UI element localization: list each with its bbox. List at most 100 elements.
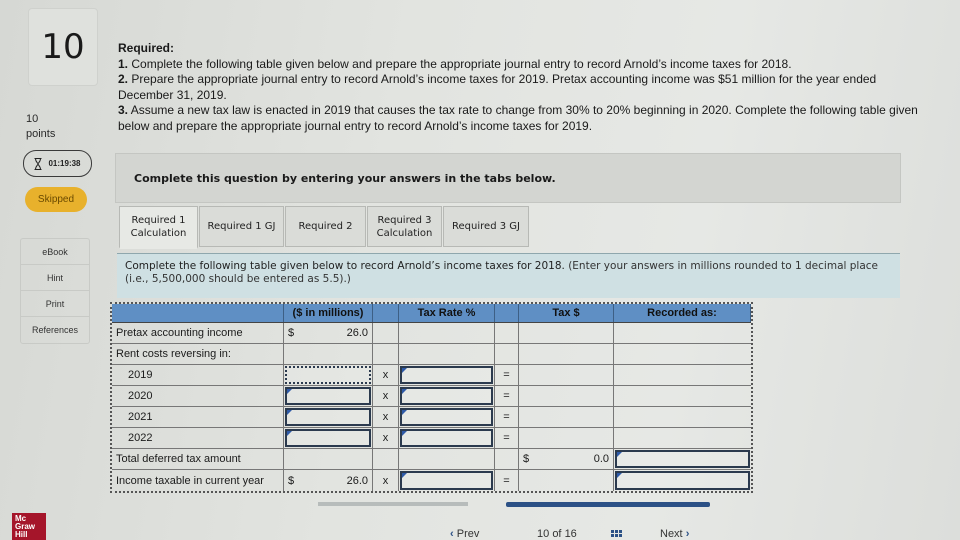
- amount-cell: [284, 407, 373, 427]
- rate-cell: [399, 407, 495, 427]
- tax-cell: [519, 470, 614, 491]
- amount-cell: [284, 344, 373, 364]
- current-page: 10: [537, 528, 550, 540]
- amount-cell: [284, 428, 373, 448]
- row-label: Rent costs reversing in:: [112, 344, 284, 364]
- next-tab-bar[interactable]: [506, 502, 710, 507]
- op-cell: [373, 449, 399, 469]
- grid-icon[interactable]: [611, 530, 623, 540]
- required-heading: Required:: [118, 41, 175, 55]
- of-label: of: [552, 528, 562, 540]
- prev-button[interactable]: ‹ Prev: [450, 528, 479, 540]
- ebook-link[interactable]: eBook: [21, 239, 89, 265]
- rate-input-2021[interactable]: [400, 408, 493, 426]
- item-number: 1.: [118, 56, 129, 71]
- amount-value: 26.0: [346, 474, 368, 487]
- op-cell: [495, 344, 519, 364]
- multiply-sign: x: [373, 428, 399, 448]
- logo-line: Hill: [15, 530, 28, 539]
- tab-required-2[interactable]: Required 2: [285, 206, 366, 247]
- total-pages: 16: [564, 528, 577, 540]
- row-label: Pretax accounting income: [112, 323, 284, 343]
- recorded-cell: [614, 365, 751, 385]
- amount-input-2019[interactable]: [285, 366, 371, 384]
- amount-cell: $ 26.0: [284, 323, 373, 343]
- tab-label: Calculation: [376, 227, 433, 239]
- recorded-input-deferred[interactable]: [615, 450, 750, 468]
- header-op: [495, 304, 519, 322]
- tax-cell: [519, 365, 614, 385]
- row-label: 2020: [112, 386, 284, 406]
- rate-cell: [399, 365, 495, 385]
- tax-cell: [519, 344, 614, 364]
- currency-symbol: $: [523, 453, 530, 465]
- tab-required-1-gj[interactable]: Required 1 GJ: [199, 206, 284, 247]
- amount-input-2022[interactable]: [285, 429, 371, 447]
- tax-cell: [519, 407, 614, 427]
- chevron-left-icon: ‹: [450, 528, 454, 540]
- next-button[interactable]: Next ›: [660, 528, 689, 540]
- page-indicator: 10 of 16: [537, 528, 577, 540]
- tab-required-3-calculation[interactable]: Required 3 Calculation: [367, 206, 442, 247]
- rate-cell: [399, 323, 495, 343]
- table-instructions: Complete the following table given below…: [117, 253, 900, 298]
- amount-cell: [284, 449, 373, 469]
- equals-sign: =: [495, 407, 519, 427]
- equals-sign: =: [495, 428, 519, 448]
- amount-input-2021[interactable]: [285, 408, 371, 426]
- rate-input-2022[interactable]: [400, 429, 493, 447]
- tab-required-1-calculation[interactable]: Required 1 Calculation: [119, 206, 198, 249]
- rate-input-2020[interactable]: [400, 387, 493, 405]
- recorded-cell: [614, 386, 751, 406]
- required-section: Required: 1. Complete the following tabl…: [118, 41, 933, 134]
- header-label: [112, 304, 284, 322]
- recorded-cell: [614, 407, 751, 427]
- item-text: Prepare the appropriate journal entry to…: [118, 72, 877, 102]
- tab-label: Calculation: [130, 228, 187, 239]
- rate-cell: [399, 386, 495, 406]
- op-cell: [495, 449, 519, 469]
- recorded-cell: [614, 428, 751, 448]
- recorded-input-taxable[interactable]: [615, 471, 750, 490]
- amount-input-2020[interactable]: [285, 387, 371, 405]
- row-label: 2021: [112, 407, 284, 427]
- hourglass-icon: [34, 157, 42, 170]
- required-item: 1. Complete the following table given be…: [118, 57, 933, 73]
- table-row-2020: 2020 x =: [112, 386, 751, 407]
- header-tax: Tax $: [519, 304, 614, 322]
- amount-cell: [284, 386, 373, 406]
- header-op: [373, 304, 399, 322]
- previous-tab-bar[interactable]: [318, 502, 468, 506]
- rate-cell: [399, 470, 495, 491]
- tab-label: Required 3: [377, 214, 432, 226]
- multiply-sign: x: [373, 470, 399, 491]
- amount-cell: [284, 365, 373, 385]
- currency-symbol: $: [288, 474, 295, 487]
- table-row-total-deferred: Total deferred tax amount $ 0.0: [112, 449, 751, 470]
- rate-cell: [399, 449, 495, 469]
- required-item: 3. Assume a new tax law is enacted in 20…: [118, 103, 933, 134]
- multiply-sign: x: [373, 386, 399, 406]
- required-item: 2. Prepare the appropriate journal entry…: [118, 72, 933, 103]
- rate-input-taxable[interactable]: [400, 471, 493, 490]
- rate-input-2019[interactable]: [400, 366, 493, 384]
- header-rate: Tax Rate %: [399, 304, 495, 322]
- equals-sign: =: [495, 386, 519, 406]
- recorded-cell: [614, 470, 751, 491]
- table-row-2019: 2019 x =: [112, 365, 751, 386]
- points-value: 10: [26, 113, 39, 125]
- item-text: Complete the following table given below…: [131, 56, 792, 71]
- multiply-sign: x: [373, 407, 399, 427]
- recorded-cell: [614, 323, 751, 343]
- table-row-taxable-income: Income taxable in current year $ 26.0 x …: [112, 470, 751, 491]
- prev-label: Prev: [456, 528, 480, 540]
- row-label: 2022: [112, 428, 284, 448]
- points-label: points: [26, 128, 56, 140]
- equals-sign: =: [495, 470, 519, 491]
- question-number: 10: [28, 8, 98, 86]
- tab-required-3-gj[interactable]: Required 3 GJ: [443, 206, 529, 247]
- hint-link[interactable]: Hint: [21, 265, 89, 291]
- status-badge[interactable]: Skipped: [25, 187, 87, 212]
- print-link[interactable]: Print: [21, 291, 89, 317]
- references-link[interactable]: References: [21, 317, 89, 343]
